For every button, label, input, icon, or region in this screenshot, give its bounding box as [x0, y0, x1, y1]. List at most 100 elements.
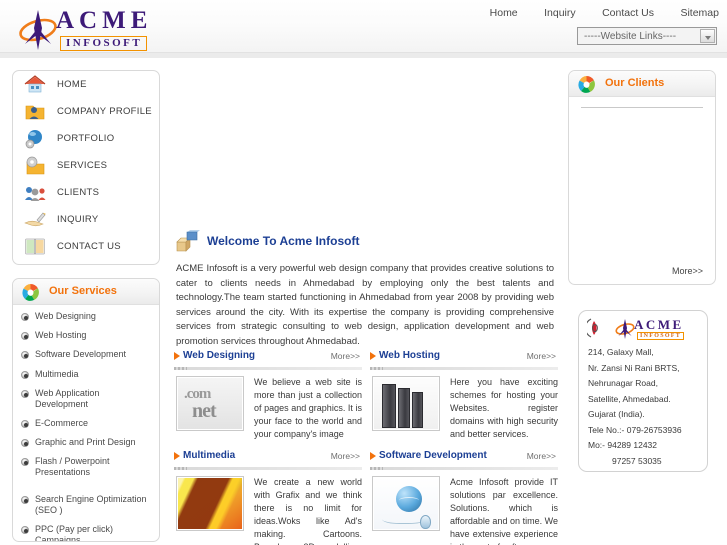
mobile-line: Mo:- 94289 12432	[588, 440, 657, 450]
service-item[interactable]: Web Designing	[13, 311, 159, 322]
sidebar-item-label: CONTACT US	[57, 241, 121, 252]
service-box-title: Software Development	[379, 450, 487, 461]
service-label: PPC (Pay per click) Campaigns	[35, 523, 114, 542]
sidebar-item-label: CLIENTS	[57, 187, 100, 198]
service-label: Multimedia	[35, 368, 79, 379]
service-box-header: Web Hosting More>>	[370, 350, 558, 365]
service-item[interactable]: PPC (Pay per click) Campaigns	[13, 523, 159, 542]
dotcom-dotnet-thumb[interactable]	[176, 376, 244, 431]
services-list: Web Designing Web Hosting Software Devel…	[13, 305, 159, 542]
service-item[interactable]: Graphic and Print Design	[13, 437, 159, 448]
sidebar-item-portfolio[interactable]: PORTFOLIO	[13, 125, 159, 152]
header-divider	[0, 52, 727, 58]
service-box-text: Acme Infosoft provide IT solutions par e…	[450, 477, 558, 545]
more-link[interactable]: More>>	[527, 451, 556, 461]
sidebar-item-label: HOME	[57, 79, 87, 90]
site-header: ACME INFOSOFT Home Inquiry Contact Us Si…	[0, 0, 727, 58]
service-label: Software Development	[35, 349, 127, 360]
telephone-icon	[587, 318, 598, 338]
blue-sphere-gear-icon	[25, 130, 42, 149]
service-label: Flash / Powerpoint Presentations	[35, 456, 110, 478]
service-box-body: Here you have exciting schemes for hosti…	[370, 376, 558, 441]
bullet-icon	[21, 525, 29, 534]
welcome-title: Welcome To Acme Infosoft	[207, 234, 360, 248]
site-logo[interactable]: ACME INFOSOFT	[18, 6, 158, 52]
logo-acme-text: ACME	[56, 7, 153, 34]
colorful-abstract-thumb[interactable]	[176, 476, 244, 531]
arrow-right-icon	[370, 452, 376, 460]
more-link[interactable]: More>>	[331, 451, 360, 461]
arrow-right-icon	[174, 352, 180, 360]
contact-logo-acme-text: ACME	[634, 317, 684, 332]
top-navigation: Home Inquiry Contact Us Sitemap	[468, 7, 719, 23]
logo-infosoft-text: INFOSOFT	[60, 36, 148, 51]
sidebar-item-label: SERVICES	[57, 160, 108, 171]
chevron-down-icon[interactable]	[700, 29, 715, 43]
profile-folder-icon	[25, 105, 45, 120]
main-content: Welcome To Acme Infosoft ACME Infosoft i…	[170, 62, 558, 545]
service-label: Web Designing	[35, 311, 96, 321]
topnav-item-inquiry[interactable]: Inquiry	[544, 7, 576, 19]
service-box-multimedia: Multimedia More>> We create a new world …	[174, 450, 362, 545]
our-services-panel: Our Services Web Designing Web Hosting S…	[12, 278, 160, 542]
house-icon	[24, 75, 46, 93]
sidebar-item-contact-us[interactable]: CONTACT US	[13, 233, 159, 260]
clients-more-link[interactable]: More>>	[672, 266, 703, 276]
more-link[interactable]: More>>	[331, 351, 360, 361]
panel-title: Our Clients	[605, 77, 665, 89]
sidebar-item-label: COMPANY PROFILE	[57, 106, 152, 117]
arrow-right-icon	[174, 452, 180, 460]
address-line: Nr. Zansi Ni Rani BRTS,	[588, 362, 680, 373]
color-donut-icon	[578, 75, 595, 93]
flash-banner-area	[170, 62, 558, 222]
address-line: 214, Galaxy Mall,	[588, 347, 654, 357]
service-item[interactable]: Web Hosting	[13, 330, 159, 341]
topnav-item-contact-us[interactable]: Contact Us	[602, 7, 654, 19]
topnav-item-home[interactable]: Home	[490, 7, 518, 19]
sidebar-item-label: INQUIRY	[57, 214, 99, 225]
service-box-title: Web Hosting	[379, 350, 440, 361]
more-link[interactable]: More>>	[527, 351, 556, 361]
service-box-web-hosting: Web Hosting More>> Here you have excitin…	[370, 350, 558, 441]
globe-mouse-thumb[interactable]	[372, 476, 440, 531]
service-item[interactable]: E-Commerce	[13, 418, 159, 429]
service-label: Web Application Development	[35, 387, 100, 409]
people-icon	[25, 187, 46, 201]
our-clients-panel: Our Clients More>>	[568, 70, 716, 285]
service-item[interactable]: Web Application Development	[13, 388, 159, 410]
sidebar-item-services[interactable]: SERVICES	[13, 152, 159, 179]
sidebar-item-clients[interactable]: CLIENTS	[13, 179, 159, 206]
service-box-text: We believe a web site is more than just …	[254, 377, 362, 439]
service-item[interactable]: Flash / Powerpoint Presentations	[13, 456, 159, 478]
bullet-icon	[21, 419, 29, 428]
bullet-icon	[21, 313, 29, 321]
welcome-paragraph: ACME Infosoft is a very powerful web des…	[176, 263, 554, 347]
server-racks-thumb[interactable]	[372, 376, 440, 431]
service-item[interactable]: Multimedia	[13, 369, 159, 380]
sidebar-item-label: PORTFOLIO	[57, 133, 115, 144]
topnav-item-sitemap[interactable]: Sitemap	[680, 7, 719, 19]
bullet-icon	[21, 458, 29, 467]
pencil-book-icon	[24, 212, 46, 227]
panel-title: Our Services	[49, 285, 117, 297]
service-label: Web Hosting	[35, 330, 87, 341]
address-line: Satellite, Ahmedabad.	[588, 393, 671, 404]
contact-card-logo: ACME INFOSOFT	[615, 317, 701, 341]
bullet-icon	[21, 332, 29, 341]
our-services-header: Our Services	[13, 279, 159, 305]
bullet-icon	[21, 351, 29, 360]
service-box-header: Web Designing More>>	[174, 350, 362, 365]
service-label: Search Engine Optimization (SEO )	[35, 493, 147, 515]
sidebar-item-home[interactable]: HOME	[13, 71, 159, 98]
address-line: Gujarat (India).	[588, 409, 645, 419]
service-label: Graphic and Print Design	[35, 437, 136, 448]
website-links-dropdown[interactable]: -----Website Links----	[577, 27, 717, 45]
service-item[interactable]: Software Development	[13, 349, 159, 360]
gear-folder-icon	[26, 156, 45, 175]
service-box-body: Acme Infosoft provide IT solutions par e…	[370, 476, 558, 545]
service-box-software-development: Software Development More>> Acme Infosof…	[370, 450, 558, 545]
sidebar-item-inquiry[interactable]: INQUIRY	[13, 206, 159, 233]
website-links-selected-value: -----Website Links----	[584, 31, 677, 42]
sidebar-item-company-profile[interactable]: COMPANY PROFILE	[13, 98, 159, 125]
service-item[interactable]: Search Engine Optimization (SEO )	[13, 494, 159, 516]
